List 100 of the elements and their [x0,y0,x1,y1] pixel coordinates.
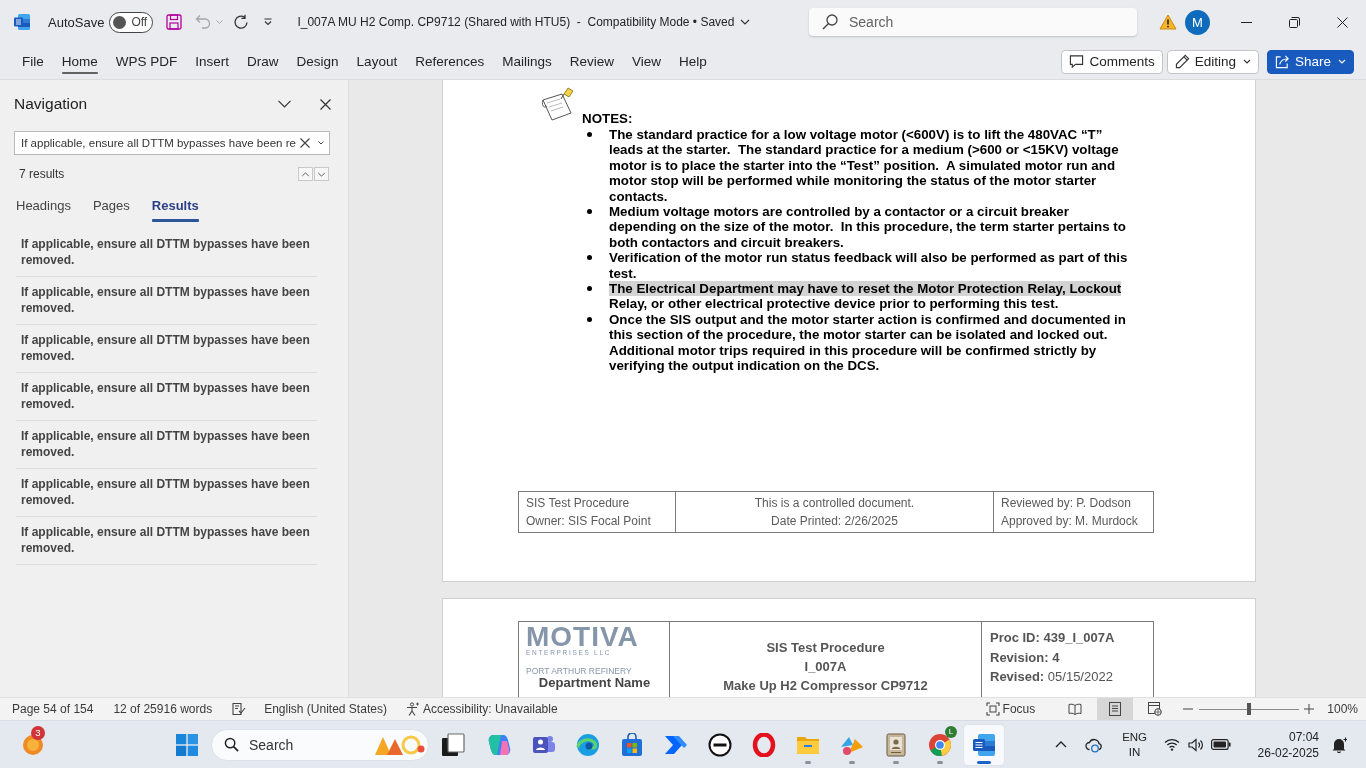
chevron-down-icon[interactable] [278,100,291,108]
header-title: I_007A [804,658,847,676]
ribbon-tab[interactable]: Design [287,48,348,75]
save-icon[interactable] [166,14,183,30]
ribbon-tab[interactable]: Insert [186,48,239,75]
taskbar-search[interactable]: Search [211,728,429,761]
search-result[interactable]: If applicable, ensure all DTTM bypasses have been removed. [16,421,317,469]
ring-icon[interactable] [752,732,776,757]
close-icon[interactable] [320,98,331,110]
focus-icon [985,702,1000,716]
search-field[interactable]: Search [809,8,1137,36]
previous-result-button[interactable] [298,167,313,181]
next-result-button[interactable] [314,167,329,181]
header-title: Make Up H2 Compressor CP9712 [723,677,928,695]
person-icon[interactable] [405,702,420,716]
chevron-up-icon [301,171,310,177]
search-result[interactable]: If applicable, ensure all DTTM bypasses have been removed. [16,229,317,277]
pane-tab[interactable]: Pages [92,196,130,223]
clock-time[interactable]: 07:04 [1288,728,1319,745]
chevron-up-icon[interactable] [1054,741,1067,748]
stacked-squares-icon[interactable] [441,732,465,757]
footer-text: Date Printed: 2/26/2025 [771,513,898,530]
search-field[interactable]: If applicable, ensure all DTTM bypasses have been re [14,131,330,155]
minus-circle-icon[interactable] [708,732,732,757]
ribbon-tab[interactable]: References [406,48,494,75]
document-tile-icon[interactable] [972,732,996,757]
search-result[interactable]: If applicable, ensure all DTTM bypasses have been removed. [16,277,317,325]
search-result[interactable]: If applicable, ensure all DTTM bypasses have been removed. [16,373,317,421]
ribbon-tab[interactable]: WPS PDF [106,48,187,75]
wifi-icon[interactable] [1163,738,1180,751]
autosave-toggle[interactable]: Off [109,11,154,33]
notification-bell-icon[interactable] [1331,736,1347,753]
ribbon-tab[interactable]: Home [52,48,107,75]
ribbon-tab[interactable]: View [623,48,671,75]
accessibility-status[interactable]: Accessibility: Unavailable [422,702,558,716]
editing-button[interactable]: Editing [1166,49,1259,74]
header-detail: Revision: 4 [990,648,1061,667]
battery-icon[interactable] [1210,739,1231,750]
taskbar-button[interactable] [964,724,1004,765]
footer-text: This is a controlled document. [754,495,915,512]
ribbon-tab[interactable]: Help [670,48,716,75]
word-count[interactable]: 12 of 25916 words [113,702,213,716]
language-status[interactable]: English (United States) [264,702,387,716]
document-app-icon [13,13,31,31]
notification-badge: 3 [31,725,45,740]
input-region[interactable]: IN [1128,744,1141,760]
picture-frame-icon[interactable] [884,732,908,757]
plus-icon[interactable] [1304,704,1315,714]
share-button[interactable]: Share [1266,49,1354,74]
redo-icon[interactable] [233,14,250,30]
close-icon [1336,16,1348,28]
pane-tab[interactable]: Results [151,196,199,223]
ribbon-tab[interactable]: Review [560,48,623,75]
search-result[interactable]: If applicable, ensure all DTTM bypasses have been removed. [16,469,317,517]
pane-tab[interactable]: Headings [16,196,71,223]
pencil-icon [1174,54,1190,69]
page-count[interactable]: Page 54 of 154 [12,702,94,716]
comments-button[interactable]: Comments [1061,49,1163,74]
wave-circle-icon[interactable] [576,732,600,757]
customize-caret-icon[interactable] [263,18,274,26]
ribbon-tab[interactable]: Draw [238,48,288,75]
colorful-blob-icon[interactable] [488,732,512,757]
pane-title: Navigation [14,95,89,113]
zoom-slider-thumb[interactable] [1247,703,1252,715]
ribbon-tab[interactable]: File [13,48,53,75]
tricolor-circle-icon[interactable] [928,732,952,757]
page-icon [1108,702,1123,716]
chevron-down-icon [1242,59,1251,64]
focus-button[interactable]: Focus [985,702,1036,716]
caret-icon[interactable] [318,141,324,145]
shopping-bag-icon[interactable] [620,732,644,757]
autosave-label: AutoSave [48,14,105,30]
account-avatar[interactable]: M [1185,9,1210,35]
view-button[interactable] [1097,698,1134,720]
bullet-icon [587,255,592,261]
zoom-slider[interactable] [1199,703,1300,715]
start-icon[interactable] [176,733,198,756]
cloud-icon[interactable] [1084,736,1103,753]
notes-heading: NOTES: [582,110,633,126]
speaker-icon[interactable] [1187,737,1204,752]
header-detail: Proc ID: 439_I_007A [990,629,1116,647]
search-result[interactable]: If applicable, ensure all DTTM bypasses have been removed. [16,325,317,373]
ribbon-tab[interactable]: Layout [347,48,407,75]
warning-icon[interactable] [1159,14,1177,30]
bullet-icon [587,209,592,215]
document-title[interactable]: I_007A MU H2 Comp. CP9712 (Shared with HTU5) - Compatibility Mode • Saved [297,15,735,29]
footer-text: Reviewed by: P. Dodson [1001,495,1132,512]
clock-date[interactable]: 26-02-2025 [1257,744,1319,761]
note-text: The Electrical Department may have to reset the Motor Protection Relay, Lockout Relay, or other electrical protective device prior to performing this test. [609,281,1123,312]
search-result[interactable]: If applicable, ensure all DTTM bypasses have been removed. [16,517,317,565]
input-language[interactable]: ENG [1122,729,1148,745]
search-icon [224,737,239,752]
footer-text: Approved by: M. Murdock [1001,513,1139,530]
proofing-book-icon[interactable] [232,702,247,716]
ribbon-tab[interactable]: Mailings [493,48,561,75]
chevron-down-icon[interactable] [740,19,751,25]
zoom-level[interactable]: 100% [1327,702,1358,716]
department-name: Department Name [537,676,652,690]
chevron-down-icon [1338,59,1346,64]
clear-icon[interactable] [300,138,310,148]
